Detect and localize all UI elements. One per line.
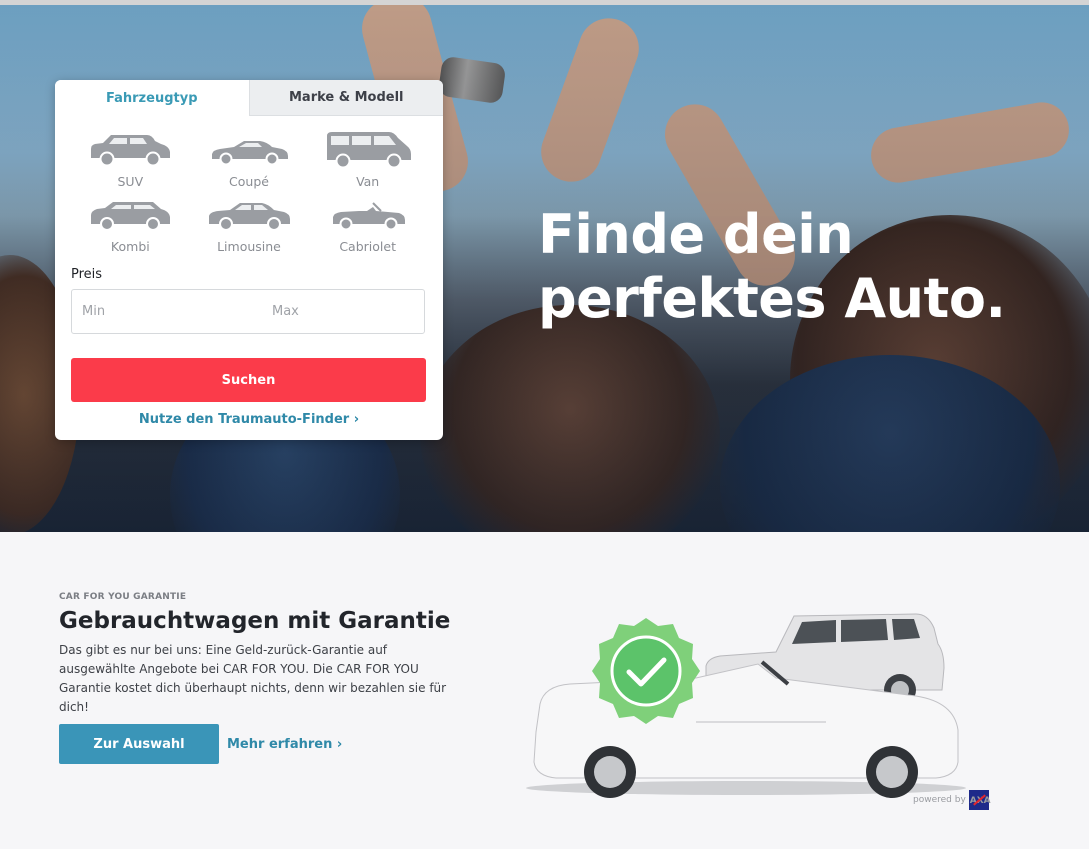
suv-icon xyxy=(91,135,171,167)
guarantee-title: Gebrauchtwagen mit Garantie xyxy=(59,608,451,634)
search-card: Fahrzeugtyp Marke & Modell SUV Coupé Van… xyxy=(55,80,443,440)
search-tabs: Fahrzeugtyp Marke & Modell xyxy=(55,80,443,116)
zur-auswahl-button[interactable]: Zur Auswahl xyxy=(59,724,219,764)
axa-logo-text: AXA xyxy=(969,796,991,806)
chevron-right-icon: › xyxy=(353,412,360,427)
van-icon xyxy=(326,132,411,169)
axa-logo: AXA xyxy=(968,790,991,810)
price-range xyxy=(71,289,443,334)
vehicle-type-grid: SUV Coupé Van Kombi Limousine Cabriolet xyxy=(71,130,427,254)
mehr-erfahren-link[interactable]: Mehr erfahren › xyxy=(227,737,342,752)
traumauto-finder-link[interactable]: Nutze den Traumauto-Finder › xyxy=(55,412,443,427)
vehicle-type-suv[interactable]: SUV xyxy=(71,130,190,189)
powered-by-text: powered by xyxy=(913,795,966,805)
hero-headline-line1: Finde dein xyxy=(538,203,854,266)
vehicle-type-label: Kombi xyxy=(110,239,150,254)
vehicle-type-limousine[interactable]: Limousine xyxy=(190,195,309,254)
vehicle-type-label: Van xyxy=(356,174,380,189)
coupe-icon xyxy=(211,141,288,166)
price-label: Preis xyxy=(71,267,103,282)
guarantee-text: Das gibt es nur bei uns: Eine Geld-zurüc… xyxy=(59,643,447,714)
price-min-input[interactable] xyxy=(72,290,262,333)
vehicle-type-coupe[interactable]: Coupé xyxy=(190,130,309,189)
chevron-right-icon: › xyxy=(336,737,343,752)
mehr-erfahren-label: Mehr erfahren xyxy=(227,737,333,752)
tab-fahrzeugtyp[interactable]: Fahrzeugtyp xyxy=(55,80,249,116)
vehicle-type-label: SUV xyxy=(117,174,144,189)
guarantee-cars-illustration xyxy=(526,613,966,798)
powered-by: powered by AXA xyxy=(913,790,991,810)
search-button[interactable]: Suchen xyxy=(71,358,426,402)
vehicle-type-cabriolet[interactable]: Cabriolet xyxy=(308,195,427,254)
hero-headline-line2: perfektes Auto. xyxy=(538,267,1006,330)
price-max-input[interactable] xyxy=(262,290,443,333)
hero-headline: Finde dein perfektes Auto. xyxy=(538,203,1058,331)
tab-marke-modell[interactable]: Marke & Modell xyxy=(248,80,443,116)
guarantee-kicker: CAR FOR YOU GARANTIE xyxy=(59,592,187,602)
limousine-icon xyxy=(208,203,290,231)
kombi-icon xyxy=(91,202,171,231)
vehicle-type-label: Limousine xyxy=(217,239,281,254)
traumauto-finder-label: Nutze den Traumauto-Finder xyxy=(138,412,350,427)
vehicle-type-kombi[interactable]: Kombi xyxy=(71,195,190,254)
vehicle-type-label: Cabriolet xyxy=(339,239,396,254)
vehicle-type-van[interactable]: Van xyxy=(308,130,427,189)
cabriolet-icon xyxy=(332,202,405,231)
vehicle-type-label: Coupé xyxy=(229,174,269,189)
guarantee-section: CAR FOR YOU GARANTIE Gebrauchtwagen mit … xyxy=(0,532,1089,849)
